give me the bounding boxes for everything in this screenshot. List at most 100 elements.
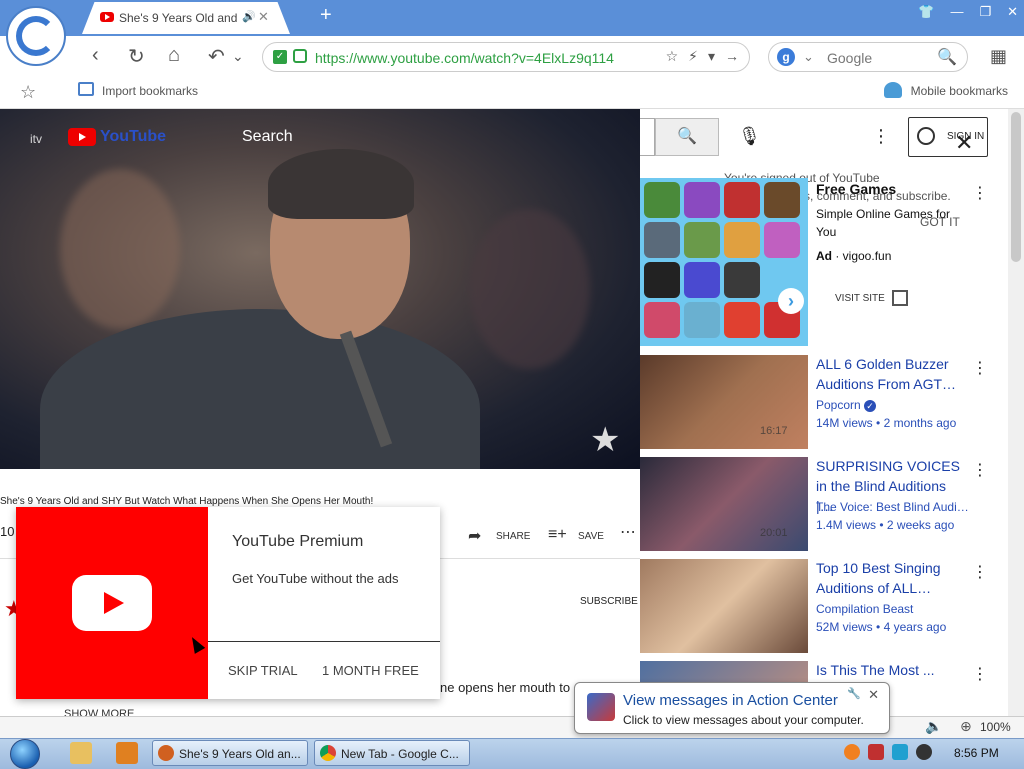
close-icon[interactable]: ✕ <box>955 130 973 156</box>
reload-button[interactable]: ↻ <box>128 44 145 69</box>
undo-menu-icon[interactable]: ⌄ <box>232 48 244 65</box>
lightning-icon[interactable]: ⚡ <box>688 48 698 65</box>
network-tray-icon[interactable] <box>892 744 908 760</box>
search-input[interactable]: Google <box>827 50 872 66</box>
search-box[interactable]: g ⌄ Google 🔍 <box>768 42 968 72</box>
taskbar-item-browser[interactable]: She's 9 Years Old an... <box>152 740 308 766</box>
video-title[interactable]: ALL 6 Golden Buzzer Auditions From AGT… <box>816 354 966 394</box>
notification-title[interactable]: View messages in Action Center <box>623 692 838 709</box>
engine-dropdown-icon[interactable]: ⌄ <box>803 49 814 65</box>
youtube-search-button[interactable]: 🔍 <box>655 118 719 156</box>
favorite-star-icon[interactable]: ☆ <box>666 48 679 65</box>
close-window-button[interactable]: ✕ <box>1007 4 1018 20</box>
video-duration: 16:17 <box>760 425 788 437</box>
ad-next-arrow-icon[interactable]: › <box>778 288 804 314</box>
search-icon[interactable]: 🔍 <box>937 47 957 67</box>
promo-title: YouTube Premium <box>232 533 364 550</box>
file-explorer-icon[interactable] <box>70 742 92 764</box>
start-button[interactable] <box>6 738 44 769</box>
video-meta: 14M views • 2 months ago <box>816 416 957 430</box>
subscribe-button[interactable]: SUBSCRIBE <box>580 596 638 607</box>
window-controls: 👕 — ❐ ✕ <box>918 4 1018 20</box>
home-button[interactable]: ⌂ <box>168 44 180 67</box>
skip-trial-button[interactable]: SKIP TRIAL <box>228 663 298 678</box>
address-url[interactable]: https://www.youtube.com/watch?v=4ElxLz9q… <box>315 50 614 66</box>
video-thumbnail[interactable]: 16:17 <box>640 355 808 449</box>
search-tray-icon[interactable] <box>844 744 860 760</box>
ad-title[interactable]: Free Games <box>816 181 896 197</box>
undo-close-button[interactable]: ↶ <box>208 44 225 69</box>
bookmark-star-icon[interactable]: ☆ <box>20 82 36 103</box>
more-actions-icon[interactable]: ⋯ <box>620 522 636 542</box>
tab-youtube[interactable]: She's 9 Years Old and S 🔊 ✕ <box>82 2 290 34</box>
pin-icon[interactable]: 🔧 <box>847 687 861 700</box>
video-meta: 1.4M views • 2 weeks ago <box>816 518 955 532</box>
browser-logo[interactable] <box>6 6 66 66</box>
notification-close-icon[interactable]: ✕ <box>868 687 879 703</box>
sign-in-button[interactable]: SIGN IN <box>908 117 988 157</box>
action-center-notification[interactable]: View messages in Action Center Click to … <box>574 682 890 734</box>
apps-grid-icon[interactable]: ▦ <box>990 46 1007 67</box>
taskbar-item-label: New Tab - Google C... <box>341 747 459 761</box>
share-button[interactable]: SHARE <box>496 531 530 542</box>
address-dropdown-icon[interactable]: ▾ <box>708 48 715 65</box>
import-bookmarks-link[interactable]: Import bookmarks <box>102 84 198 98</box>
minimize-button[interactable]: — <box>950 4 963 20</box>
restore-button[interactable]: ❐ <box>979 4 991 20</box>
action-center-tray-icon[interactable] <box>868 744 884 760</box>
ad-kebab-icon[interactable]: ⋮ <box>972 183 988 203</box>
video-kebab-icon[interactable]: ⋮ <box>972 664 988 684</box>
zoom-level[interactable]: 100% <box>980 720 1011 734</box>
ad-badge: Ad · vigoo.fun <box>816 249 892 263</box>
ad-description: Simple Online Games for You <box>816 207 951 239</box>
channel-name[interactable]: Popcorn ✓ <box>816 398 877 412</box>
scrollbar-thumb[interactable] <box>1011 112 1021 262</box>
volume-icon[interactable]: 🔈 <box>925 718 942 735</box>
new-tab-button[interactable]: + <box>320 4 332 27</box>
tab-close-icon[interactable]: ✕ <box>258 9 269 25</box>
clock[interactable]: 8:56 PM <box>954 746 999 760</box>
youtube-search-input[interactable] <box>640 118 655 156</box>
video-kebab-icon[interactable]: ⋮ <box>972 460 988 480</box>
visit-site-button[interactable]: VISIT SITE <box>835 293 885 304</box>
video-thumbnail[interactable]: 20:01 <box>640 457 808 551</box>
media-player-icon[interactable] <box>116 742 138 764</box>
microphone-icon[interactable]: 🎙 <box>738 126 761 147</box>
video-caption: She's 9 Years Old and SHY But Watch What… <box>0 496 374 507</box>
media-tray-icon[interactable] <box>916 744 932 760</box>
address-bar[interactable]: ✓ https://www.youtube.com/watch?v=4ElxLz… <box>262 42 750 72</box>
divider <box>208 641 440 642</box>
youtube-logo-icon[interactable] <box>68 128 96 146</box>
video-thumbnail[interactable] <box>640 559 808 653</box>
speaker-icon[interactable]: 🔊 <box>242 10 256 23</box>
itv-logo: itv <box>30 132 42 146</box>
channel-watermark-icon: ★ <box>590 421 621 459</box>
tab-title: She's 9 Years Old and S <box>119 11 239 25</box>
taskbar-item-label: She's 9 Years Old an... <box>179 747 301 761</box>
channel-name[interactable]: Compilation Beast <box>816 602 913 616</box>
settings-kebab-icon[interactable]: ⋮ <box>872 126 890 147</box>
taskbar-item-chrome[interactable]: New Tab - Google C... <box>314 740 470 766</box>
import-icon <box>78 82 94 96</box>
ad-thumbnail[interactable] <box>640 178 808 346</box>
video-kebab-icon[interactable]: ⋮ <box>972 358 988 378</box>
channel-name[interactable]: The Voice: Best Blind Audi… <box>816 500 969 514</box>
youtube-search-placeholder[interactable]: Search <box>242 128 293 146</box>
zoom-icon[interactable]: ⊕ <box>960 718 972 735</box>
skin-icon[interactable]: 👕 <box>918 4 934 20</box>
google-icon[interactable]: g <box>777 48 795 66</box>
save-playlist-icon[interactable]: ≡+ <box>548 526 567 544</box>
share-icon[interactable]: ➦ <box>468 526 481 546</box>
video-kebab-icon[interactable]: ⋮ <box>972 562 988 582</box>
verified-check-icon: ✓ <box>273 50 287 64</box>
save-button[interactable]: SAVE <box>578 531 604 542</box>
external-link-icon[interactable] <box>892 290 908 306</box>
promo-subtitle: Get YouTube without the ads <box>232 571 399 586</box>
video-title[interactable]: Top 10 Best Singing Auditions of ALL… <box>816 558 966 598</box>
go-arrow-icon[interactable]: → <box>725 48 739 65</box>
free-month-button[interactable]: 1 MONTH FREE <box>322 663 419 678</box>
youtube-logo-text[interactable]: YouTube <box>100 128 166 146</box>
video-player[interactable] <box>0 109 640 469</box>
mobile-bookmarks-link[interactable]: Mobile bookmarks <box>911 84 1008 98</box>
back-button[interactable]: ‹ <box>92 44 99 67</box>
